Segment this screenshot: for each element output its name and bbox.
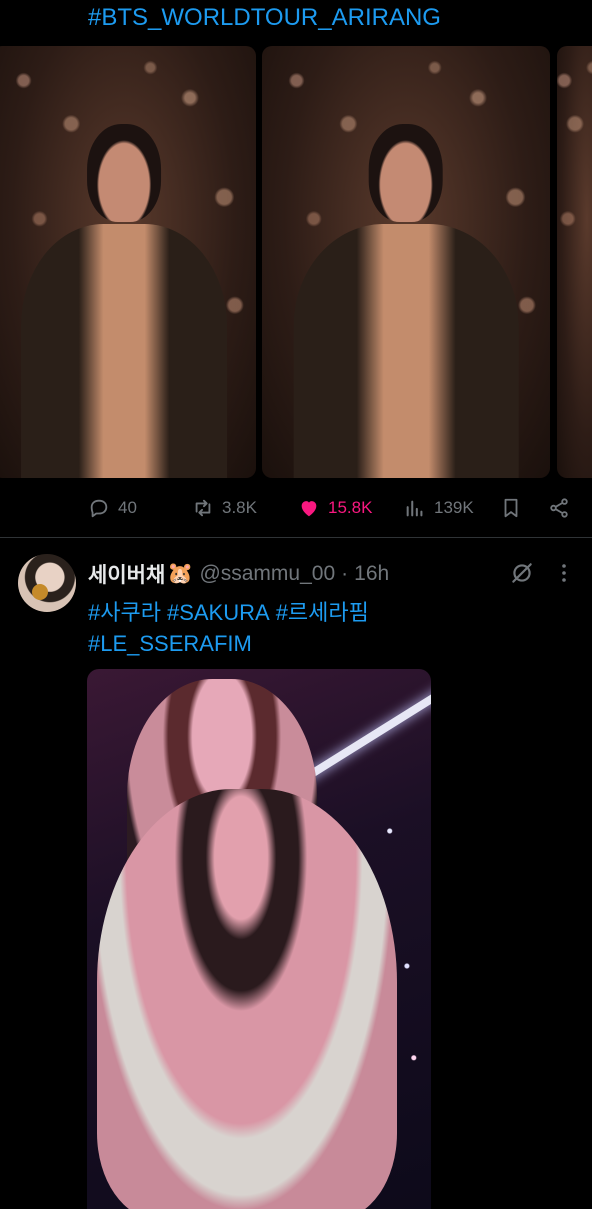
bookmark-button[interactable] <box>500 490 522 526</box>
tweet-photo-2[interactable] <box>262 46 550 478</box>
reply-button[interactable]: 40 <box>88 490 137 526</box>
avatar[interactable] <box>18 554 76 612</box>
hashtag-link[interactable]: #사쿠라 <box>88 600 161 625</box>
grok-icon[interactable] <box>509 560 535 586</box>
views-icon <box>406 500 423 517</box>
tweet-header: 세이버채 🐹 @ssammu_00 · 16h <box>88 559 389 589</box>
hashtag-link[interactable]: #BTS_WORLDTOUR_ARIRANG <box>88 4 441 32</box>
hamster-emoji: 🐹 <box>167 562 194 585</box>
heart-icon <box>301 501 317 517</box>
timestamp[interactable]: 16h <box>354 562 389 586</box>
hashtag-link[interactable]: #LE_SSERAFIM <box>88 631 252 656</box>
tweet-divider <box>0 537 592 538</box>
hashtag-link[interactable]: #르세라핌 <box>276 600 369 625</box>
views-button[interactable]: 139K <box>404 490 474 526</box>
reply-icon <box>90 499 108 518</box>
tweet-photo-3[interactable] <box>557 46 592 478</box>
more-icon[interactable] <box>552 561 576 585</box>
user-handle[interactable]: @ssammu_00 <box>199 562 335 586</box>
share-icon <box>550 498 568 518</box>
like-button[interactable]: 15.8K <box>298 490 372 526</box>
repost-icon <box>195 499 211 517</box>
repost-button[interactable]: 3.8K <box>192 490 257 526</box>
bookmark-icon <box>504 498 518 518</box>
display-name[interactable]: 세이버채 <box>88 559 165 589</box>
like-count: 15.8K <box>328 498 373 517</box>
tweet-actions: 40 3.8K 15.8K 139K <box>0 490 592 526</box>
tweet-video[interactable] <box>87 669 431 1209</box>
media-gallery <box>0 46 592 478</box>
tweet-text: #사쿠라 #SAKURA #르세라핌 #LE_SSERAFIM <box>88 597 568 659</box>
separator-dot: · <box>341 562 349 585</box>
view-count: 139K <box>434 498 474 517</box>
share-button[interactable] <box>548 490 570 526</box>
reply-count: 40 <box>118 498 137 517</box>
hashtag-link[interactable]: #SAKURA <box>167 600 270 625</box>
tweet-photo-1[interactable] <box>0 46 256 478</box>
repost-count: 3.8K <box>222 498 257 517</box>
